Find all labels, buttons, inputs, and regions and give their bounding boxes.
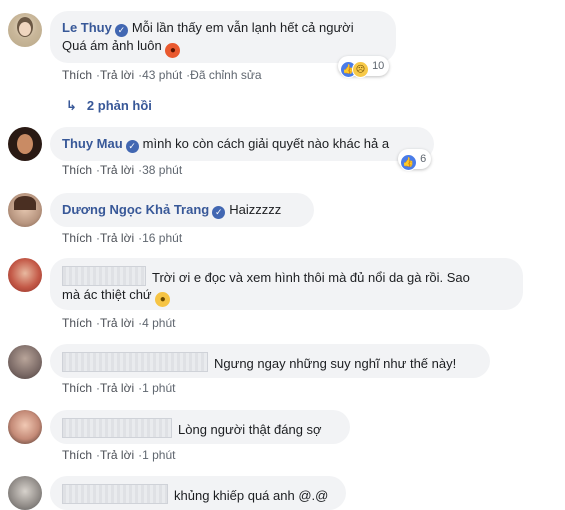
verified-badge-icon: ✓ (125, 140, 139, 153)
comment-author[interactable]: Le Thuy (62, 20, 112, 35)
comment-actions: Thích ·Trả lời ·1 phút (62, 448, 176, 462)
comment-actions: Thích ·Trả lời ·16 phút (62, 231, 183, 245)
comment-bubble: Dương Ngọc Khả Trang ✓ Haizzzzz (50, 193, 314, 227)
avatar[interactable] (8, 13, 42, 47)
redacted-author-name (62, 352, 208, 372)
comment-time[interactable]: 38 phút (142, 163, 182, 177)
edited-label: Đã chỉnh sửa (190, 68, 262, 82)
avatar[interactable] (8, 127, 42, 161)
comment-text-line2: mà ác thiệt chứ (62, 287, 152, 302)
comment-time[interactable]: 1 phút (142, 381, 175, 395)
reply-button[interactable]: Trả lời (100, 68, 134, 82)
comment-text: Haizzzzz (229, 202, 282, 217)
comment-bubble: khủng khiếp quá anh @.@ (50, 476, 346, 510)
comment-text: mình ko còn cách giải quyết nào khác hả … (142, 136, 390, 151)
comment-text: Trời ơi e đọc và xem hình thôi mà đủ nổi… (152, 270, 470, 285)
reply-arrow-icon: ↳ (66, 98, 77, 113)
comment-text: Mỗi lần thấy em vẫn lạnh hết cả người (131, 20, 354, 35)
comment-text: Ngưng ngay những suy nghĩ như thế này! (214, 356, 457, 371)
comment-author[interactable]: Dương Ngọc Khả Trang (62, 202, 209, 217)
verified-badge-icon: ✓ (212, 206, 226, 219)
comment-actions: Thích ·Trả lời ·4 phút (62, 316, 176, 330)
sad-reaction-icon: ☹ (352, 61, 369, 78)
comment-author[interactable]: Thuy Mau (62, 136, 123, 151)
comment-actions: Thích ·Trả lời ·43 phút ·Đã chỉnh sửa (62, 68, 262, 82)
comment-text: Lòng người thật đáng sợ (178, 422, 322, 437)
verified-badge-icon: ✓ (114, 24, 128, 37)
avatar[interactable] (8, 258, 42, 292)
avatar[interactable] (8, 410, 42, 444)
comment-bubble: Lòng người thật đáng sợ (50, 410, 350, 444)
comment-bubble: Thuy Mau ✓ mình ko còn cách giải quyết nào… (50, 127, 434, 161)
avatar[interactable] (8, 193, 42, 227)
comment-bubble: Ngưng ngay những suy nghĩ như thế này! (50, 344, 490, 378)
reply-button[interactable]: Trả lời (100, 163, 134, 177)
comment-text-line2: Quá ám ảnh luôn (62, 38, 162, 53)
reaction-summary[interactable]: 👍 ☹ 10 (338, 56, 390, 78)
like-button[interactable]: Thích (62, 231, 92, 245)
reaction-summary[interactable]: 👍 6 (398, 149, 432, 171)
comment-bubble: Trời ơi e đọc và xem hình thôi mà đủ nổi… (50, 258, 523, 310)
reply-button[interactable]: Trả lời (100, 448, 134, 462)
like-button[interactable]: Thích (62, 68, 92, 82)
redacted-author-name (62, 484, 168, 504)
reply-button[interactable]: Trả lời (100, 316, 134, 330)
like-button[interactable]: Thích (62, 448, 92, 462)
view-replies-link[interactable]: ↳ 2 phản hồi (66, 98, 152, 114)
comment-actions: Thích ·Trả lời ·38 phút (62, 163, 183, 177)
avatar[interactable] (8, 476, 42, 510)
redacted-author-name (62, 418, 172, 438)
like-reaction-icon: 👍 (400, 154, 417, 171)
sad-face-icon: ● (155, 292, 171, 307)
like-button[interactable]: Thích (62, 163, 92, 177)
reply-button[interactable]: Trả lời (100, 231, 134, 245)
reaction-count: 6 (420, 153, 427, 165)
angry-face-icon: ● (165, 43, 181, 58)
comment-time[interactable]: 1 phút (142, 448, 175, 462)
comment-bubble: Le Thuy ✓ Mỗi lần thấy em vẫn lạnh hết cả … (50, 11, 396, 63)
comment-actions: Thích ·Trả lời ·1 phút (62, 381, 176, 395)
comment-text: khủng khiếp quá anh @.@ (174, 488, 329, 503)
like-button[interactable]: Thích (62, 316, 92, 330)
reaction-count: 10 (372, 60, 385, 72)
redacted-author-name (62, 266, 146, 286)
comment-time[interactable]: 4 phút (142, 316, 175, 330)
comment-time[interactable]: 16 phút (142, 231, 182, 245)
reply-button[interactable]: Trả lời (100, 381, 134, 395)
like-button[interactable]: Thích (62, 381, 92, 395)
avatar[interactable] (8, 345, 42, 379)
comment-time[interactable]: 43 phút (142, 68, 182, 82)
